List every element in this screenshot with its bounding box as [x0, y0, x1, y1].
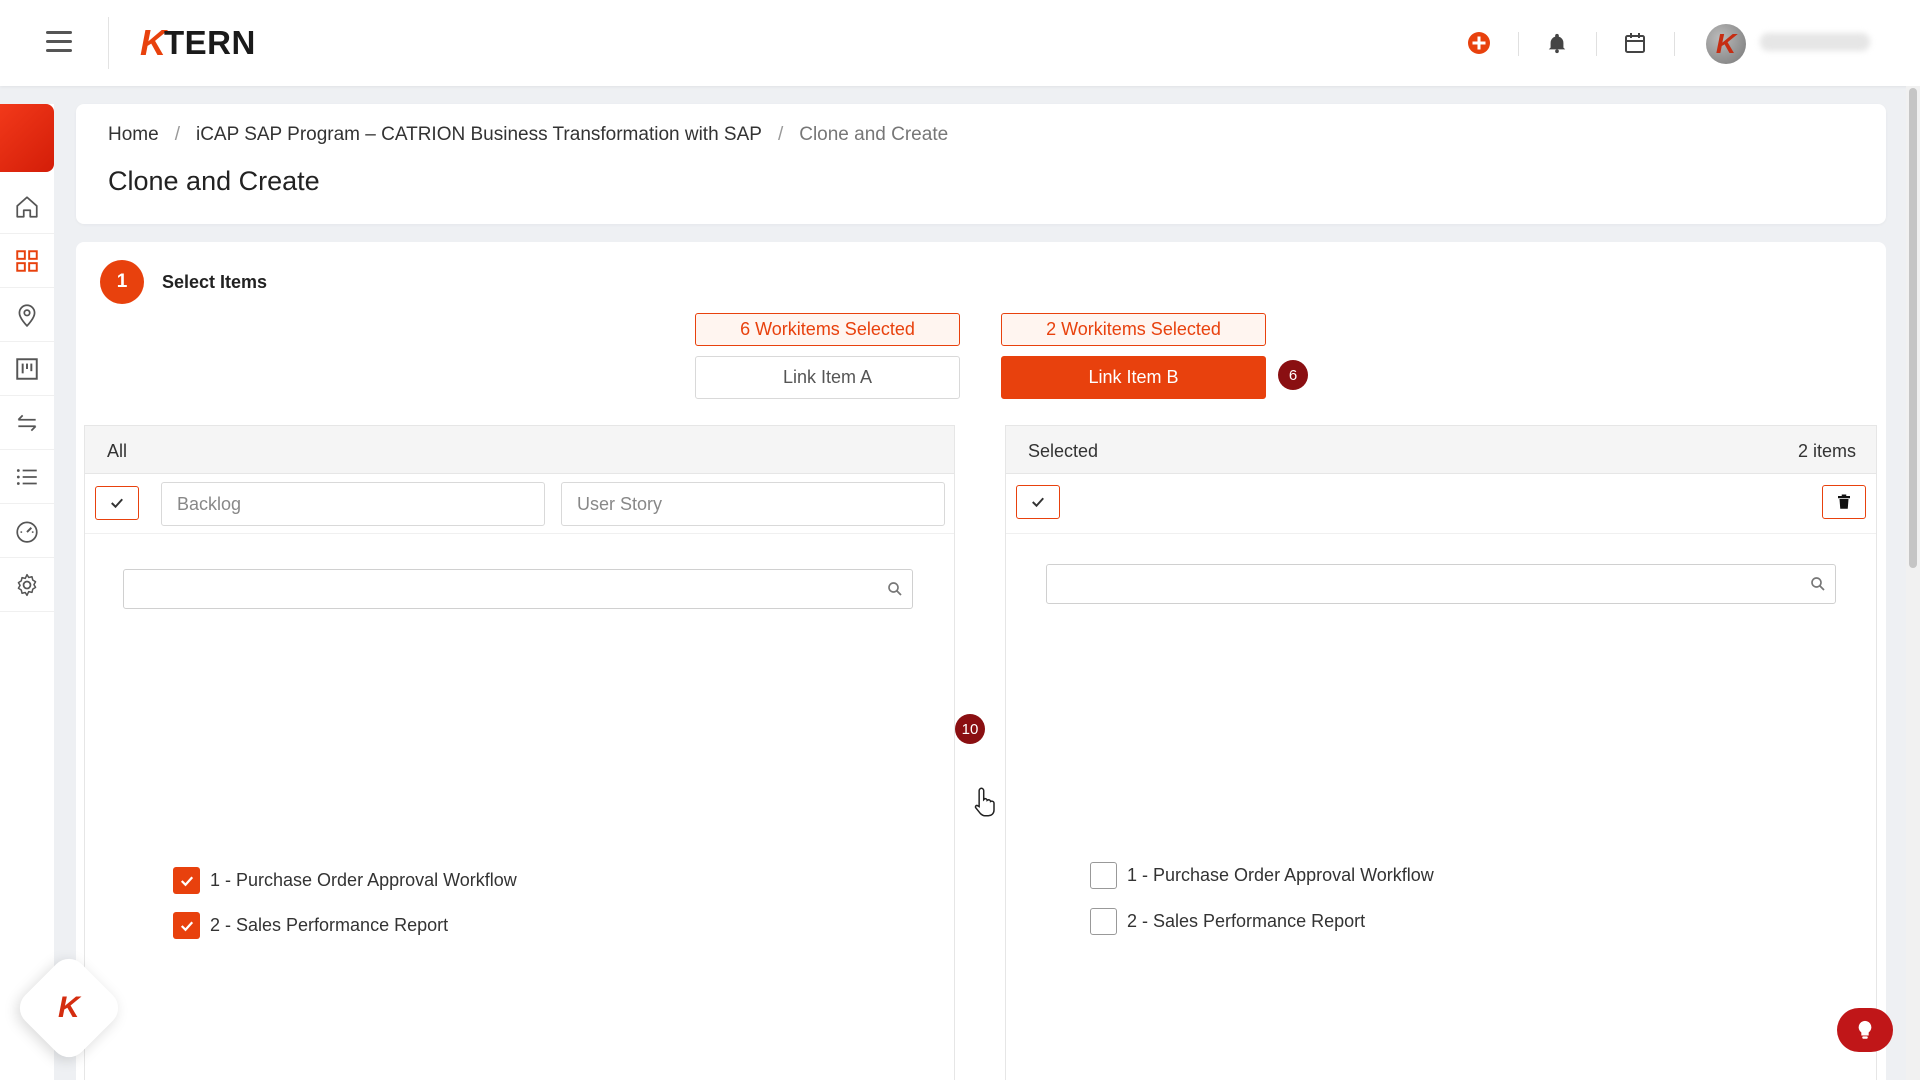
- idea-help-button[interactable]: [1837, 1008, 1893, 1052]
- panel-toolbar: [1006, 474, 1876, 534]
- header-card: Home / iCAP SAP Program – CATRION Busine…: [76, 104, 1886, 224]
- item-checkbox[interactable]: [1090, 908, 1117, 935]
- add-circle-icon[interactable]: [1466, 30, 1492, 56]
- avatar[interactable]: K: [1706, 24, 1746, 64]
- check-icon: [1032, 497, 1044, 508]
- panel-toolbar: Backlog User Story: [85, 474, 954, 534]
- link-item-a-button[interactable]: Link Item A: [695, 356, 960, 399]
- breadcrumb-separator: /: [174, 124, 180, 145]
- panel-header: All: [85, 426, 954, 474]
- workitems-selected-badge-a: 6 Workitems Selected: [695, 313, 960, 346]
- step-number: 1: [100, 260, 144, 304]
- panel-title: All: [107, 441, 128, 461]
- scrollbar-thumb[interactable]: [1909, 88, 1917, 568]
- calendar-icon[interactable]: [1622, 30, 1648, 56]
- step-marker-6: 6: [1278, 360, 1308, 390]
- check-icon: [111, 498, 123, 509]
- divider: [1674, 32, 1675, 56]
- breadcrumb-separator: /: [777, 124, 784, 145]
- panel-header: Selected 2 items: [1006, 426, 1876, 474]
- list-item-label: 1 - Purchase Order Approval Workflow: [1127, 865, 1434, 885]
- item-checkbox-checked[interactable]: [173, 912, 200, 939]
- backlog-dropdown[interactable]: Backlog: [161, 482, 545, 526]
- main-card: 1 Select Items 6 Workitems Selected 2 Wo…: [76, 242, 1886, 1080]
- right-search-input[interactable]: [1046, 564, 1836, 604]
- location-pin-icon[interactable]: [0, 288, 54, 342]
- list-item[interactable]: 2 - Sales Performance Report: [173, 912, 448, 939]
- bell-icon[interactable]: [1544, 30, 1570, 56]
- page-title: Clone and Create: [108, 166, 320, 196]
- search-icon: [1811, 577, 1825, 591]
- grid-icon[interactable]: [0, 234, 54, 288]
- breadcrumb: Home / iCAP SAP Program – CATRION Busine…: [108, 124, 948, 146]
- select-all-button[interactable]: [95, 486, 139, 520]
- avatar-k: K: [1715, 28, 1737, 59]
- logo-text: TERN: [164, 24, 256, 61]
- link-item-b-button[interactable]: Link Item B: [1001, 356, 1266, 399]
- list-icon[interactable]: [0, 450, 54, 504]
- dashboard-gauge-icon[interactable]: [0, 504, 54, 558]
- sidebar-brand-tab[interactable]: [0, 104, 54, 172]
- trash-icon: [1838, 494, 1850, 509]
- delete-button[interactable]: [1822, 485, 1866, 519]
- workitems-selected-badge-b: 2 Workitems Selected: [1001, 313, 1266, 346]
- step-label: Select Items: [162, 272, 268, 292]
- workitem-type-dropdown[interactable]: User Story: [561, 482, 945, 526]
- lightbulb-icon: [1858, 1020, 1872, 1039]
- assistant-logo-k: K: [58, 990, 80, 1024]
- list-item-label: 2 - Sales Performance Report: [210, 915, 449, 935]
- panel-title: Selected: [1028, 441, 1099, 461]
- item-checkbox-checked[interactable]: [173, 867, 200, 894]
- left-search-input[interactable]: [123, 569, 913, 609]
- sidebar: [0, 104, 54, 1080]
- divider: [1518, 32, 1519, 56]
- selected-items-panel: Selected 2 items 1 - Purchase Order Appr…: [1005, 425, 1877, 1080]
- search-icon: [888, 582, 902, 596]
- step-marker-10: 10: [955, 714, 985, 744]
- list-item[interactable]: 2 - Sales Performance Report: [1090, 908, 1365, 935]
- divider: [108, 17, 109, 69]
- ktern-logo[interactable]: K TERN: [140, 22, 256, 63]
- breadcrumb-current: Clone and Create: [799, 124, 949, 145]
- username-blurred[interactable]: [1760, 33, 1870, 51]
- hamburger-menu-icon[interactable]: [46, 31, 72, 53]
- available-items-panel: All Backlog User Story 1 - Purchase Orde…: [84, 425, 955, 1080]
- list-item-label: 1 - Purchase Order Approval Workflow: [210, 870, 517, 890]
- page-scrollbar[interactable]: [1906, 86, 1920, 1080]
- item-checkbox[interactable]: [1090, 862, 1117, 889]
- gear-icon[interactable]: [0, 558, 54, 612]
- hand-cursor-icon: [974, 787, 995, 817]
- logo-k: K: [140, 22, 166, 63]
- list-item-label: 2 - Sales Performance Report: [1127, 911, 1366, 931]
- top-bar: K TERN K: [0, 0, 1920, 86]
- breadcrumb-home[interactable]: Home: [108, 124, 159, 146]
- list-item[interactable]: 1 - Purchase Order Approval Workflow: [1090, 862, 1434, 889]
- selected-count: 2 items: [1797, 441, 1856, 461]
- transfer-icon[interactable]: [0, 396, 54, 450]
- breadcrumb-program[interactable]: iCAP SAP Program – CATRION Business Tran…: [196, 124, 762, 146]
- divider: [1596, 32, 1597, 56]
- select-all-button[interactable]: [1016, 485, 1060, 519]
- list-item[interactable]: 1 - Purchase Order Approval Workflow: [173, 867, 517, 894]
- home-icon[interactable]: [0, 180, 54, 234]
- board-icon[interactable]: [0, 342, 54, 396]
